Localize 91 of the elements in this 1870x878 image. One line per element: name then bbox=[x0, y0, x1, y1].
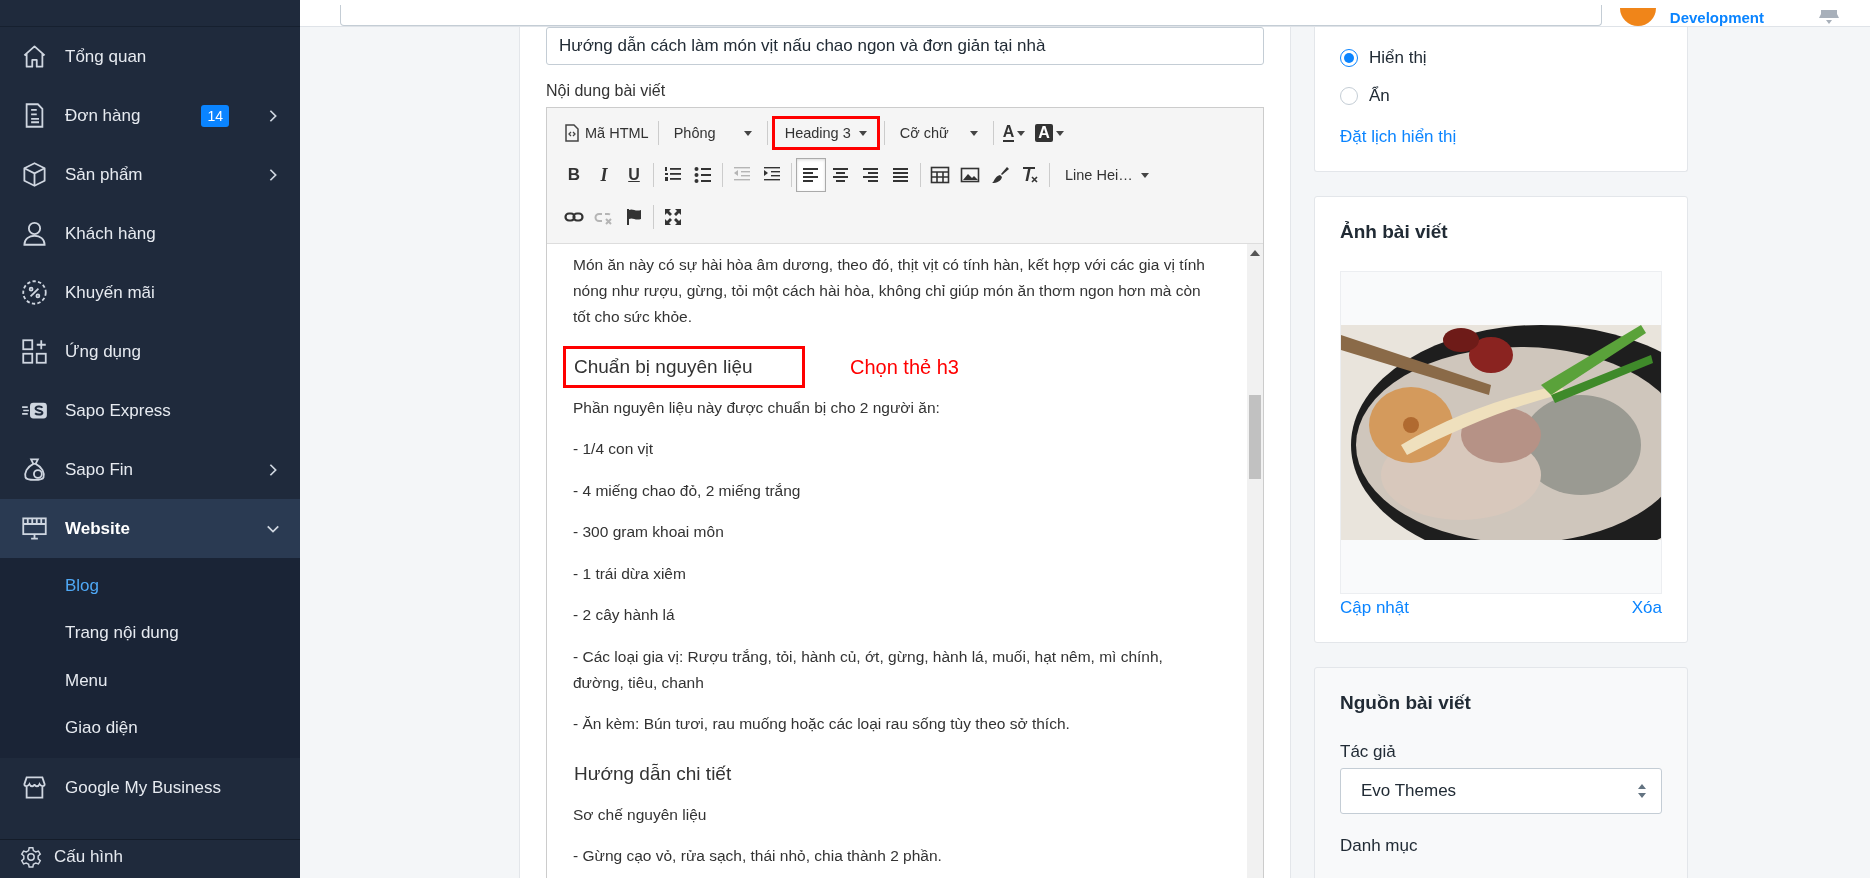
paragraph: - 2 cây hành lá bbox=[573, 605, 676, 625]
home-icon bbox=[21, 43, 48, 70]
sidebar-item[interactable]: Khuyến mãi bbox=[0, 263, 300, 322]
paragraph: - 300 gram khoai môn bbox=[573, 522, 725, 542]
flag-icon bbox=[624, 207, 644, 227]
title-field[interactable]: Hướng dẫn cách làm món vịt nấu chao ngon và đơn giản tại nhà bbox=[546, 27, 1264, 65]
paragraph: Món ăn này có sự hài hòa âm dương, theo đó, thịt vịt có tính hàn, kết hợp với các gia vị tính nóng như rượu, gừng, tỏi một cách hài hòa, không chỉ giúp món ăn thơm ngon hơn mà còn tốt cho sức khỏe. bbox=[573, 255, 1206, 327]
underline-button[interactable]: U bbox=[619, 158, 649, 192]
align-center-icon bbox=[831, 165, 851, 185]
discount-icon bbox=[21, 279, 48, 306]
money-bag-icon bbox=[21, 456, 48, 483]
sidebar-item[interactable]: Google My Business bbox=[0, 758, 300, 817]
field-label: Danh mục bbox=[1340, 836, 1419, 856]
schedule-link[interactable]: Đặt lịch hiển thị bbox=[1340, 127, 1457, 147]
sidebar-item[interactable]: Khách hàng bbox=[0, 204, 300, 263]
heading: Chuẩn bị nguyên liệu bbox=[563, 345, 805, 388]
radio-label: Hiển thị bbox=[1369, 48, 1427, 68]
paragraph: - 1/4 con vịt bbox=[573, 439, 655, 459]
submenu-item[interactable]: Giao diện bbox=[0, 704, 300, 752]
account-name[interactable]: Development bbox=[1669, 9, 1764, 26]
sidebar-item[interactable]: Đơn hàng 14 bbox=[0, 86, 300, 145]
radio-label: Ẩn bbox=[1369, 86, 1390, 106]
card-title: Nguồn bài viết bbox=[1340, 691, 1472, 715]
submenu-item[interactable]: Blog bbox=[0, 562, 300, 610]
html-source-button[interactable]: Mã HTML bbox=[559, 116, 654, 150]
style-dropdown[interactable]: Line Hei… bbox=[1054, 158, 1160, 192]
heading: Hướng dẫn chi tiết bbox=[573, 761, 733, 786]
fullscreen-icon bbox=[663, 207, 683, 227]
box-icon bbox=[21, 161, 48, 188]
paragraph: Phần nguyên liệu này được chuẩn bị cho 2 người ăn: bbox=[573, 397, 941, 418]
monitor-icon bbox=[21, 515, 48, 542]
paragraph: - 4 miếng chao đỏ, 2 miếng trắng bbox=[573, 480, 802, 501]
storefront-icon bbox=[21, 774, 48, 801]
align-left-button[interactable] bbox=[796, 158, 826, 192]
radio-option[interactable]: Hiển thị bbox=[1340, 39, 1662, 77]
style-dropdown[interactable]: Heading 3 bbox=[771, 116, 880, 150]
radio-button[interactable] bbox=[1340, 87, 1358, 105]
sidebar-item[interactable]: Sản phẩm bbox=[0, 145, 300, 204]
align-right-icon bbox=[861, 165, 881, 185]
paragraph: - Các loại gia vị: Rượu trắng, tỏi, hành củ, ớt, gừng, hành lá, muối, hạt nêm, mì chính, đường, tiêu, chanh bbox=[573, 646, 1164, 693]
caret-icon bbox=[1140, 172, 1149, 178]
table-icon bbox=[930, 165, 950, 185]
delete-link[interactable]: Xóa bbox=[1631, 598, 1662, 618]
scrollbar[interactable] bbox=[1247, 244, 1263, 878]
sidebar-item[interactable]: Website bbox=[0, 499, 300, 558]
scroll-up-icon[interactable] bbox=[1250, 250, 1260, 256]
field-label: Tác giả bbox=[1340, 742, 1397, 762]
search-field[interactable] bbox=[340, 5, 1602, 26]
settings-item[interactable]: Cấu hình bbox=[54, 847, 123, 867]
font-color-button[interactable]: A bbox=[997, 116, 1031, 150]
author-select[interactable]: Evo Themes bbox=[1340, 768, 1662, 814]
justify-icon bbox=[891, 165, 911, 185]
caret-icon bbox=[1055, 130, 1064, 136]
sidebar-item[interactable]: Sapo Express bbox=[0, 381, 300, 440]
radio-option[interactable]: Ẩn bbox=[1340, 77, 1662, 115]
caret-icon bbox=[858, 130, 867, 136]
italic-button[interactable]: I bbox=[589, 158, 619, 192]
card-title: Ảnh bài viết bbox=[1340, 220, 1449, 244]
sort-arrows-icon bbox=[1637, 784, 1647, 798]
user-icon bbox=[21, 220, 48, 247]
field-label: Nội dung bài viết bbox=[546, 82, 667, 100]
style-dropdown[interactable]: Cỡ chữ bbox=[888, 116, 989, 150]
paragraph: - Gừng cạo vỏ, rửa sạch, thái nhỏ, chia thành 2 phần. bbox=[573, 846, 943, 866]
caret-icon bbox=[969, 130, 978, 136]
align-left-icon bbox=[801, 165, 821, 185]
clear-format-icon bbox=[1020, 165, 1040, 185]
image-icon bbox=[960, 165, 980, 185]
bold-button[interactable]: B bbox=[559, 158, 589, 192]
scroll-thumb[interactable] bbox=[1249, 395, 1261, 479]
highlight-color-button[interactable]: A bbox=[1030, 116, 1069, 150]
radio-button[interactable] bbox=[1340, 49, 1358, 67]
code-file-icon bbox=[564, 124, 580, 142]
paragraph: - Ăn kèm: Bún tươi, rau muống hoặc các loại rau sống tùy theo sở thích. bbox=[573, 714, 1071, 734]
submenu-item[interactable]: Trang nội dung bbox=[0, 609, 300, 657]
count-badge: 14 bbox=[201, 104, 229, 127]
annotation: Chọn thẻ h3 bbox=[850, 354, 959, 380]
caret-icon bbox=[743, 130, 752, 136]
paragraph: - 1 trái dừa xiêm bbox=[573, 563, 687, 584]
avatar[interactable] bbox=[1619, 8, 1656, 26]
sidebar-item[interactable]: Ứng dụng bbox=[0, 322, 300, 381]
caret-icon bbox=[1017, 130, 1026, 136]
settings-icon bbox=[20, 846, 42, 868]
update-link[interactable]: Cập nhật bbox=[1340, 598, 1409, 618]
submenu-item[interactable]: Menu bbox=[0, 657, 300, 705]
style-dropdown[interactable]: Phông bbox=[662, 116, 763, 150]
paragraph: Sơ chế nguyên liệu bbox=[573, 804, 708, 825]
sidebar-item[interactable]: Sapo Fin bbox=[0, 440, 300, 499]
bullet-list-icon bbox=[693, 165, 713, 185]
apps-icon bbox=[21, 338, 48, 365]
brush-icon bbox=[990, 165, 1010, 185]
sidebar-item[interactable]: Tổng quan bbox=[0, 27, 300, 86]
